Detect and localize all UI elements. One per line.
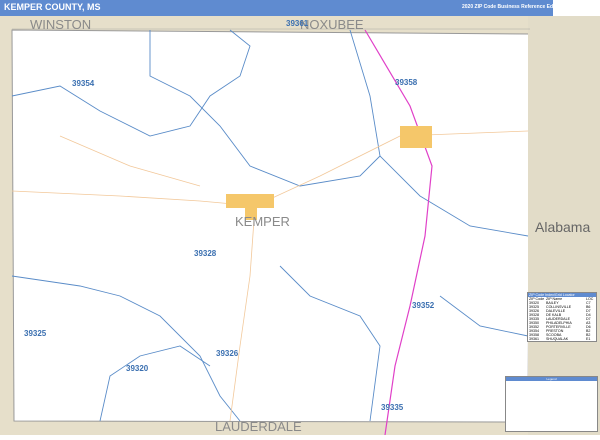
zip-label: 39352 bbox=[412, 301, 435, 310]
neighbor-alabama: Alabama bbox=[535, 219, 591, 235]
publisher-logo bbox=[553, 0, 600, 16]
zip-label: 39361 bbox=[286, 19, 309, 28]
map-legend: Legend bbox=[505, 376, 598, 432]
zip-label: 39354 bbox=[72, 79, 95, 88]
legend-title: Legend bbox=[506, 377, 597, 381]
map-canvas[interactable]: WINSTON NOXUBEE Alabama LAUDERDALE KEMPE… bbox=[0, 16, 600, 436]
neighbor-lauderdale: LAUDERDALE bbox=[215, 419, 302, 434]
scooba-city bbox=[400, 126, 432, 148]
zip-label: 39358 bbox=[395, 78, 418, 87]
zip-label: 39328 bbox=[194, 249, 217, 258]
neighbor-noxubee: NOXUBEE bbox=[300, 17, 364, 32]
zip-index-table: ZIP Code Index/Grid Locator ZIP Code ZIP … bbox=[527, 292, 597, 342]
neighbor-winston: WINSTON bbox=[30, 17, 92, 32]
header: KEMPER COUNTY, MS 2020 ZIP Code Business… bbox=[0, 0, 600, 16]
zip-label: 39326 bbox=[216, 349, 239, 358]
zip-label: 39325 bbox=[24, 329, 47, 338]
map-title: KEMPER COUNTY, MS bbox=[4, 2, 101, 12]
edition-label: 2020 ZIP Code Business Reference Edition bbox=[462, 4, 564, 10]
zip-label: 39335 bbox=[381, 403, 404, 412]
place-kemper: KEMPER bbox=[235, 214, 290, 229]
kemper-city bbox=[226, 194, 274, 208]
zip-table-row: 39361 SHUQUALAK E1 bbox=[529, 337, 591, 341]
zip-label: 39320 bbox=[126, 364, 149, 373]
